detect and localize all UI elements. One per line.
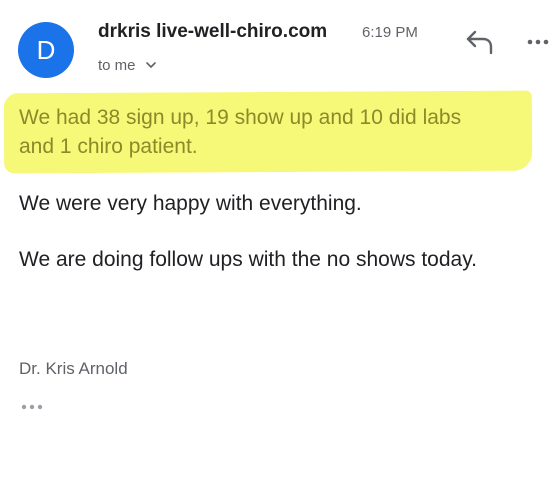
signature: Dr. Kris Arnold: [19, 359, 128, 378]
recipient-label: to me: [98, 57, 136, 74]
more-horizontal-icon: [527, 39, 549, 45]
timestamp: 6:19 PM: [362, 24, 418, 41]
chevron-down-icon: [145, 62, 156, 68]
body-paragraph-2: We were very happy with everything.: [19, 192, 362, 215]
recipient-toggle[interactable]: to me: [98, 57, 156, 74]
body-paragraph-3: We are doing follow ups with the no show…: [19, 248, 477, 271]
highlighted-line-1: We had 38 sign up, 19 show up and 10 did…: [19, 106, 462, 129]
more-options-button[interactable]: [526, 28, 550, 56]
show-trimmed-content-button[interactable]: [19, 397, 49, 417]
reply-icon: [466, 30, 493, 55]
highlighted-paragraph: We had 38 sign up, 19 show up and 10 did…: [19, 103, 461, 161]
sender-avatar[interactable]: D: [18, 22, 74, 78]
sender-name[interactable]: drkris live-well-chiro.com: [98, 21, 327, 43]
avatar-letter: D: [36, 35, 56, 65]
ellipsis-icon: [21, 404, 43, 410]
highlighted-line-2: and 1 chiro patient.: [19, 135, 198, 158]
reply-button[interactable]: [463, 28, 497, 56]
